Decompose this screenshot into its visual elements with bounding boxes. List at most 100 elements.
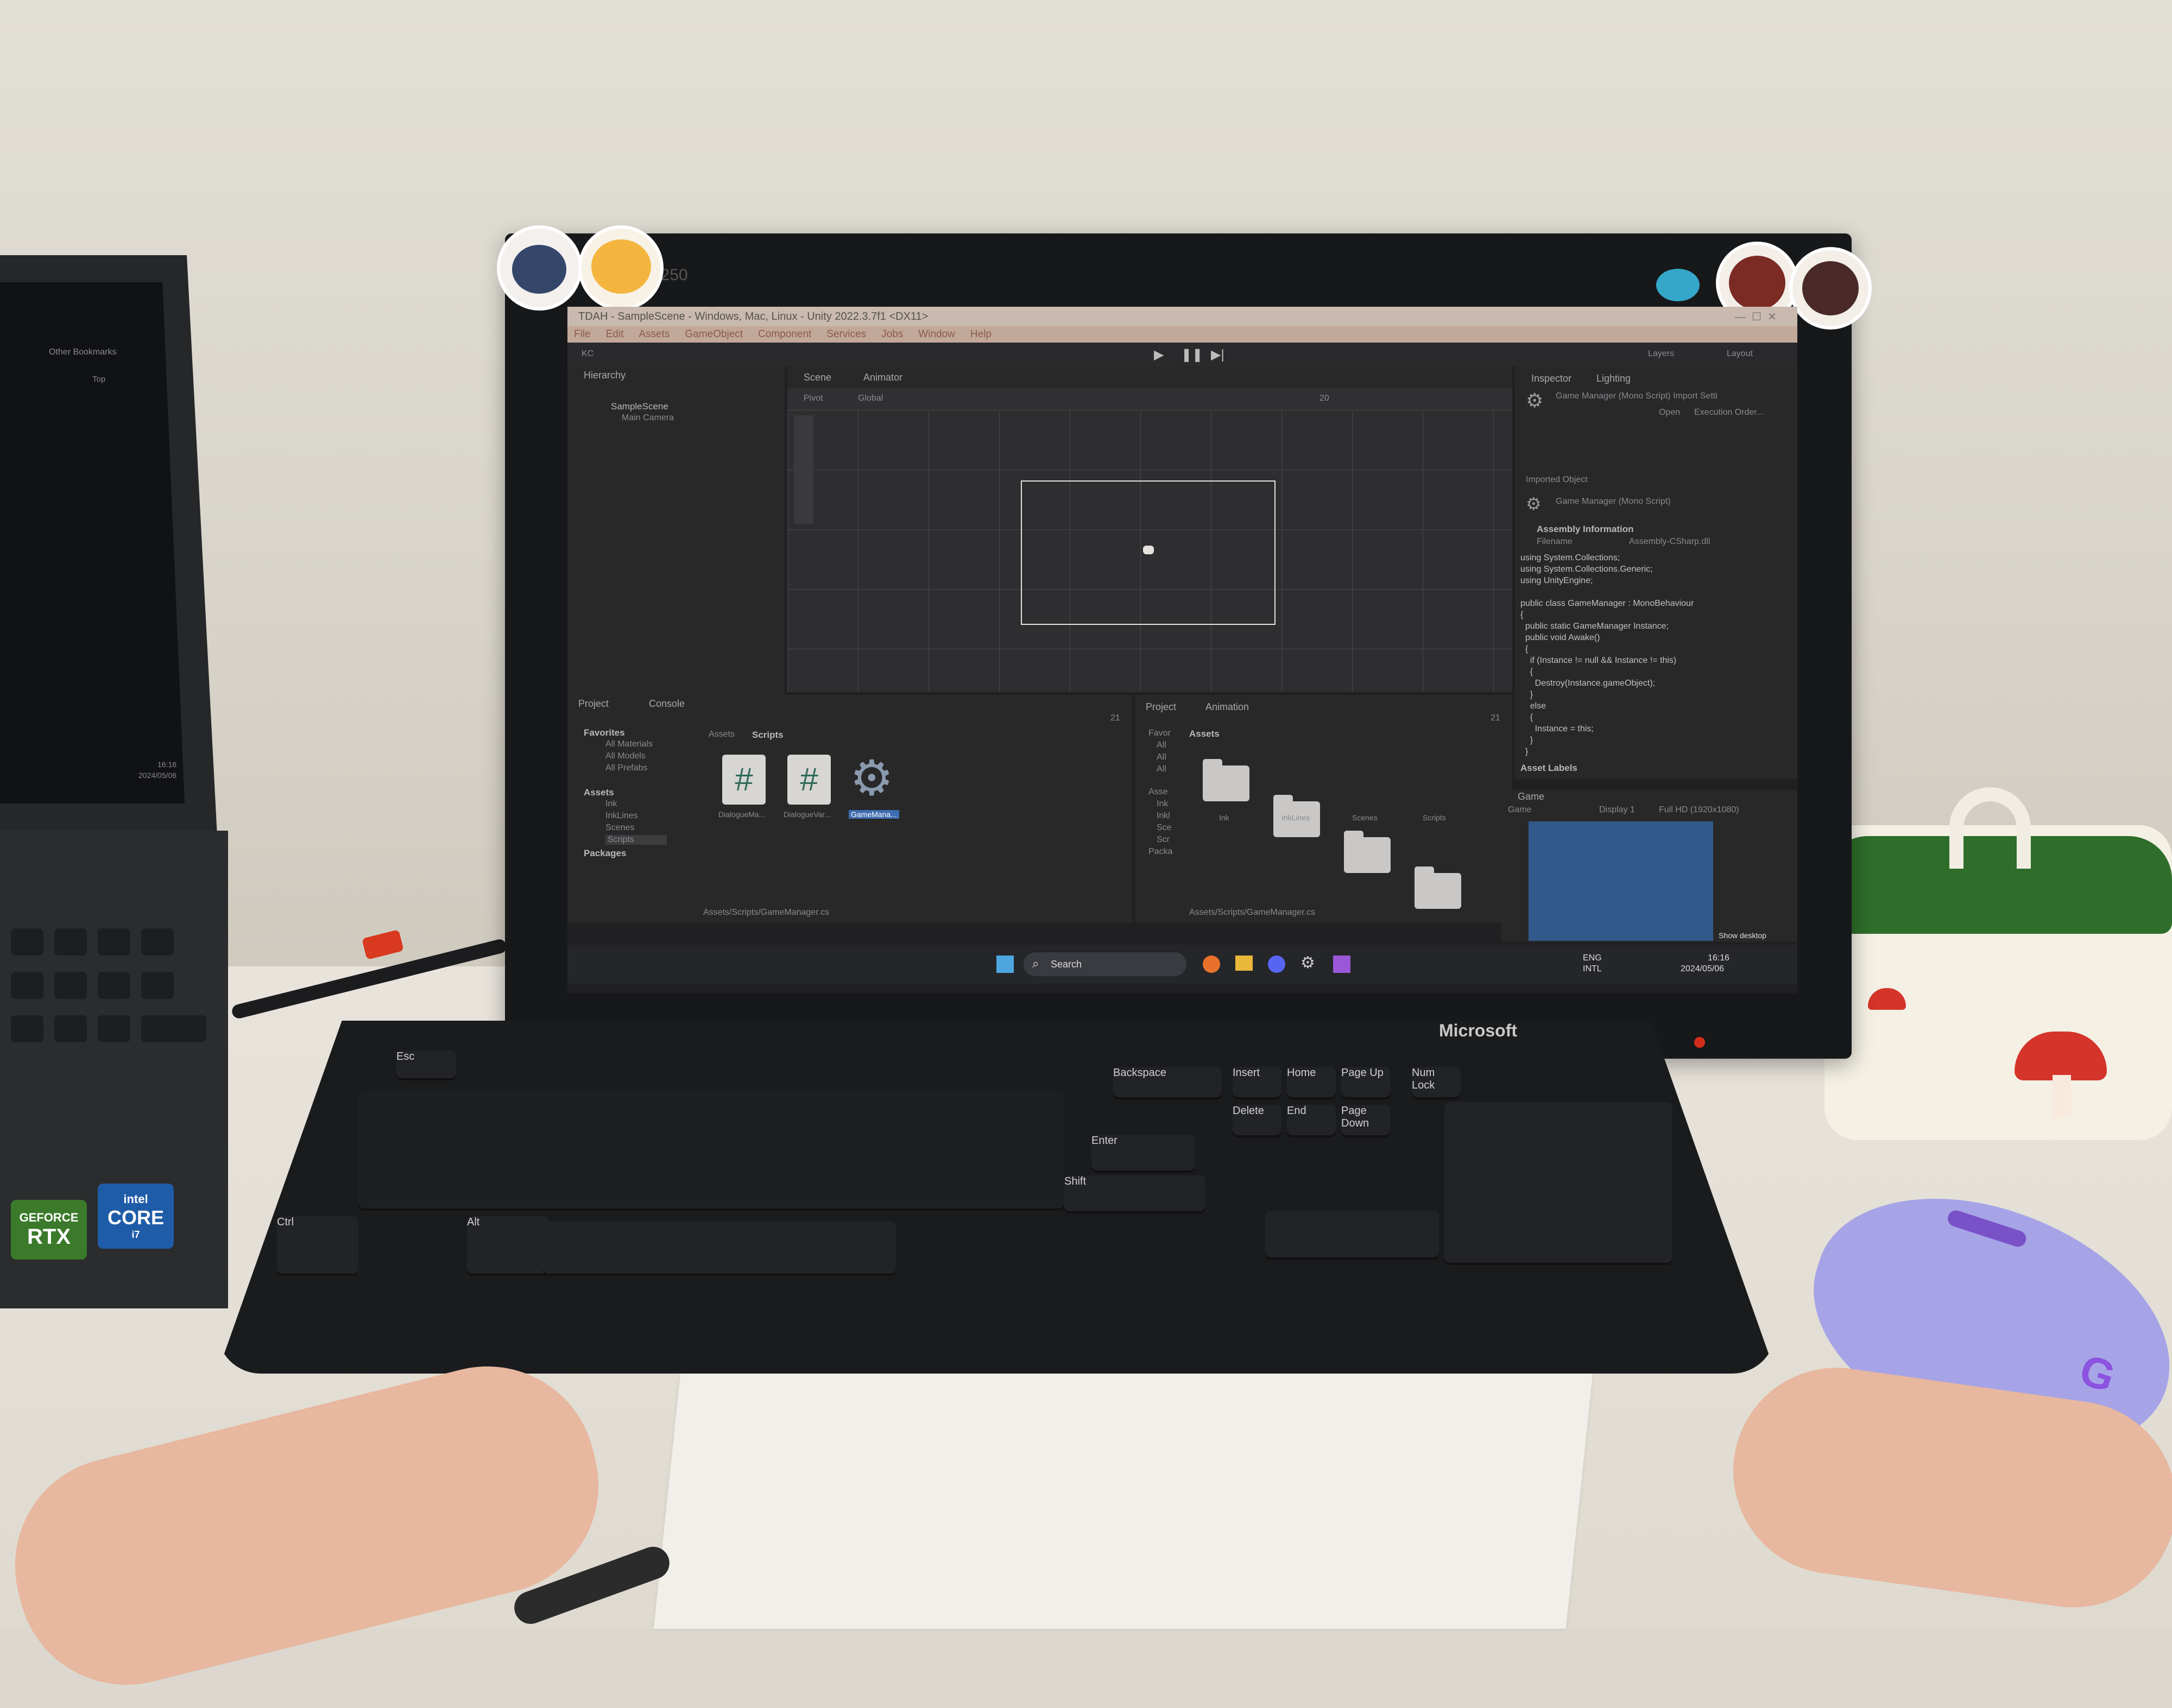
- menu-edit[interactable]: Edit: [606, 326, 624, 343]
- tree-item[interactable]: Sce: [1157, 823, 1172, 833]
- window-controls[interactable]: — ☐ ✕: [1735, 310, 1777, 324]
- home-key[interactable]: Home: [1287, 1067, 1336, 1099]
- game-mode-dropdown[interactable]: Game: [1508, 805, 1532, 815]
- hierarchy-main-camera[interactable]: Main Camera: [622, 413, 674, 423]
- assets-folder[interactable]: Assets: [584, 787, 614, 798]
- menu-gameobject[interactable]: GameObject: [685, 326, 743, 343]
- folder-label[interactable]: Scenes: [1352, 813, 1378, 822]
- hierarchy-scene[interactable]: SampleScene: [611, 401, 668, 412]
- tab-animation[interactable]: Animation: [1205, 701, 1249, 713]
- esc-key[interactable]: Esc: [396, 1051, 456, 1080]
- packages-folder[interactable]: Packages: [584, 848, 626, 859]
- account-dropdown[interactable]: KC: [582, 349, 593, 359]
- clock-time[interactable]: 16:16: [1708, 953, 1729, 963]
- menu-window[interactable]: Window: [918, 326, 955, 343]
- assets-subfolder[interactable]: Ink: [605, 799, 617, 809]
- assets-subfolder[interactable]: Scenes: [605, 823, 634, 833]
- layout-dropdown[interactable]: Layout: [1727, 349, 1753, 359]
- insert-key[interactable]: Insert: [1233, 1067, 1281, 1099]
- tab-scene[interactable]: Scene: [804, 372, 831, 383]
- assets-subfolder[interactable]: InkLines: [605, 811, 638, 821]
- backspace-key[interactable]: Backspace: [1113, 1067, 1222, 1099]
- clock-date[interactable]: 2024/05/06: [1681, 964, 1724, 974]
- display-dropdown[interactable]: Display 1: [1599, 805, 1635, 815]
- spacebar-key[interactable]: [543, 1222, 896, 1276]
- unity-icon[interactable]: ⚙: [1300, 953, 1315, 972]
- file-label[interactable]: DialogueVar...: [784, 810, 831, 819]
- folder-icon[interactable]: [1203, 759, 1249, 801]
- tab-lighting[interactable]: Lighting: [1596, 373, 1631, 384]
- tab-console[interactable]: Console: [649, 698, 685, 710]
- menu-help[interactable]: Help: [970, 326, 992, 343]
- menu-assets[interactable]: Assets: [639, 326, 670, 343]
- tab-animator[interactable]: Animator: [863, 372, 902, 383]
- file-label[interactable]: DialogueMa...: [718, 810, 765, 819]
- pivot-dropdown[interactable]: Pivot: [804, 394, 823, 403]
- tab-project-2[interactable]: Project: [1146, 701, 1176, 713]
- assets-subfolder-selected[interactable]: Scripts: [605, 835, 667, 845]
- breadcrumb-scripts[interactable]: Scripts: [752, 730, 784, 741]
- scene-tools-overlay[interactable]: [794, 415, 813, 524]
- language-top[interactable]: ENG: [1583, 953, 1602, 963]
- end-key[interactable]: End: [1287, 1105, 1336, 1137]
- discord-icon[interactable]: [1268, 956, 1285, 973]
- grid-size[interactable]: 20: [1319, 394, 1329, 403]
- menu-services[interactable]: Services: [826, 326, 866, 343]
- page-down-key[interactable]: Page Down: [1341, 1105, 1390, 1137]
- numpad-keys[interactable]: [1444, 1102, 1672, 1265]
- scene-view[interactable]: [787, 410, 1512, 692]
- menu-jobs[interactable]: Jobs: [881, 326, 903, 343]
- enter-key[interactable]: Enter: [1091, 1135, 1195, 1173]
- tab-project[interactable]: Project: [578, 698, 609, 710]
- resolution-dropdown[interactable]: Full HD (1920x1080): [1659, 805, 1739, 815]
- num-lock-key[interactable]: Num Lock: [1412, 1067, 1461, 1099]
- alphanumeric-keys[interactable]: [358, 1091, 1064, 1211]
- folder-label[interactable]: Ink: [1219, 813, 1229, 822]
- tree-item[interactable]: Scr: [1157, 835, 1170, 845]
- firefox-icon[interactable]: [1203, 956, 1220, 973]
- csharp-file-icon[interactable]: #: [722, 755, 766, 805]
- favorites-item[interactable]: All Prefabs: [605, 763, 647, 773]
- file-explorer-icon[interactable]: [1235, 956, 1253, 971]
- menu-file[interactable]: File: [574, 326, 591, 343]
- ctrl-key[interactable]: Ctrl: [277, 1216, 358, 1276]
- tab-inspector[interactable]: Inspector: [1531, 373, 1571, 384]
- gear-icon[interactable]: ⚙: [850, 751, 894, 806]
- delete-key[interactable]: Delete: [1233, 1105, 1281, 1137]
- tab-hierarchy[interactable]: Hierarchy: [584, 370, 626, 381]
- tree-item[interactable]: All: [1157, 764, 1166, 774]
- visual-studio-icon[interactable]: [1333, 956, 1350, 973]
- favorites-item[interactable]: All Materials: [605, 739, 653, 749]
- tree-item[interactable]: All: [1157, 741, 1166, 750]
- open-button[interactable]: Open: [1659, 408, 1680, 417]
- menu-component[interactable]: Component: [758, 326, 811, 343]
- language-bottom[interactable]: INTL: [1583, 964, 1602, 974]
- execution-order-button[interactable]: Execution Order...: [1694, 408, 1764, 417]
- scroll-wheel[interactable]: [1946, 1208, 2029, 1249]
- tree-item[interactable]: Ink: [1157, 799, 1168, 809]
- global-dropdown[interactable]: Global: [858, 394, 883, 403]
- tree-item[interactable]: Asse: [1148, 787, 1168, 797]
- laptop-bookmarks[interactable]: Other Bookmarks: [49, 347, 116, 357]
- folder-label[interactable]: Scripts: [1423, 813, 1446, 822]
- favorites-item[interactable]: All Models: [605, 751, 646, 761]
- tab-game[interactable]: Game: [1518, 791, 1544, 802]
- file-label-selected[interactable]: GameMana...: [849, 810, 899, 819]
- search-box[interactable]: ⌕ Search: [1024, 952, 1186, 976]
- folder-icon[interactable]: [1415, 866, 1461, 909]
- pause-button[interactable]: ❚❚: [1181, 347, 1203, 363]
- tree-item[interactable]: All: [1157, 752, 1166, 762]
- shift-key[interactable]: Shift: [1064, 1175, 1205, 1213]
- arrow-keys[interactable]: [1265, 1211, 1439, 1260]
- breadcrumb-assets[interactable]: Assets: [709, 730, 735, 739]
- csharp-file-icon[interactable]: #: [787, 755, 831, 805]
- folder-label[interactable]: InkLines: [1281, 813, 1310, 822]
- favorites-heading[interactable]: Favorites: [584, 728, 625, 738]
- page-up-key[interactable]: Page Up: [1341, 1067, 1390, 1099]
- step-button[interactable]: ▶|: [1211, 347, 1224, 363]
- folder-icon[interactable]: [1344, 831, 1391, 873]
- start-icon[interactable]: [996, 956, 1014, 973]
- tree-item[interactable]: Favor: [1148, 729, 1171, 738]
- tree-item[interactable]: Inkl: [1157, 811, 1170, 821]
- play-button[interactable]: ▶: [1154, 347, 1164, 363]
